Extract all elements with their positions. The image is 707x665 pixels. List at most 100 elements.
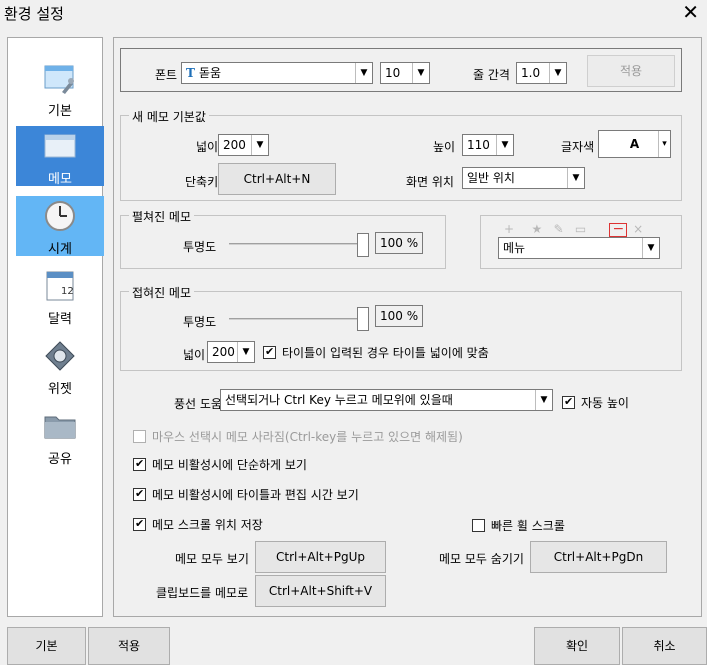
mouse-select-checkbox: 마우스 선택시 메모 사라짐(Ctrl-key를 누르고 있으면 해제됨) (133, 428, 463, 444)
menu-select[interactable]: 메뉴 ▼ (498, 237, 660, 259)
sidebar-item-share[interactable]: 공유 (16, 406, 104, 467)
checkbox-box (133, 430, 146, 443)
balloon-select[interactable]: 선택되거나 Ctrl Key 누르고 메모위에 있을때 ▼ (220, 389, 553, 411)
minimize-icon[interactable]: − (609, 222, 628, 237)
expanded-memo-group-title: 펼쳐진 메모 (129, 208, 195, 225)
font-label: 폰트 (155, 68, 178, 82)
chevron-down-icon: ▼ (412, 63, 429, 83)
cancel-button[interactable]: 취소 (622, 627, 707, 665)
new-memo-width-select[interactable]: 200 ▼ (218, 134, 269, 156)
simple-view-checkbox[interactable]: 메모 비활성시에 단순하게 보기 (133, 456, 307, 472)
sidebar-item-clock[interactable]: 시계 (16, 196, 104, 257)
settings-window-icon (44, 65, 74, 94)
apply-button[interactable]: 적용 (88, 627, 170, 665)
font-size-select[interactable]: 10 ▼ (380, 62, 430, 84)
mouse-select-label: 마우스 선택시 메모 사라짐(Ctrl-key를 누르고 있으면 해제됨) (152, 430, 463, 444)
show-all-hotkey-button[interactable]: Ctrl+Alt+PgUp (255, 541, 386, 573)
collapsed-width-value: 200 (212, 345, 235, 359)
chevron-down-icon: ▼ (237, 342, 254, 362)
simple-view-label: 메모 비활성시에 단순하게 보기 (152, 458, 307, 472)
expanded-opacity-value: 100 % (375, 232, 423, 254)
close-icon[interactable]: ✕ (682, 2, 699, 22)
show-all-label: 메모 모두 보기 (175, 552, 249, 566)
sidebar-item-calendar[interactable]: 12 달력 (16, 266, 104, 327)
auto-height-label: 자동 높이 (581, 396, 629, 410)
collapsed-opacity-track (229, 318, 369, 320)
fit-title-width-label: 타이틀이 입력된 경우 타이틀 넓이에 맞춤 (282, 346, 489, 360)
scroll-save-checkbox[interactable]: 메모 스크롤 위치 저장 (133, 516, 263, 532)
font-type-icon: T (186, 66, 195, 80)
clipboard-hotkey-button[interactable]: Ctrl+Alt+Shift+V (255, 575, 386, 607)
pin-icon: ✎ (553, 222, 564, 236)
star-icon: ★ (531, 222, 543, 236)
text-color-value: A (629, 137, 640, 151)
scroll-save-label: 메모 스크롤 위치 저장 (152, 518, 263, 532)
ok-button[interactable]: 확인 (534, 627, 620, 665)
new-memo-group: 새 메모 기본값 넓이 200 ▼ 높이 110 ▼ 글자색 A ▾ 단축키 C… (120, 108, 682, 201)
line-spacing-label: 줄 간격 (473, 68, 510, 82)
hide-all-label: 메모 모두 숨기기 (439, 552, 524, 566)
line-spacing-select[interactable]: 1.0 ▼ (516, 62, 567, 84)
window-icon: ▭ (574, 222, 587, 236)
menu-select-value: 메뉴 (503, 241, 526, 255)
clipboard-label: 클립보드를 메모로 (156, 586, 249, 600)
sidebar-item-memo[interactable]: 메모 (16, 126, 104, 187)
title-time-view-label: 메모 비활성시에 타이틀과 편집 시간 보기 (152, 488, 359, 502)
chevron-down-icon: ▼ (496, 135, 513, 155)
shortcut-button[interactable]: Ctrl+Alt+N (218, 163, 336, 195)
sidebar-item-basic[interactable]: 기본 (16, 58, 104, 119)
sidebar-item-label: 위젯 (48, 382, 72, 397)
fit-title-width-checkbox[interactable]: 타이틀이 입력된 경우 타이틀 넓이에 맞춤 (263, 344, 489, 360)
add-icon: + (503, 222, 515, 236)
text-color-picker[interactable]: A ▾ (598, 130, 671, 158)
default-button[interactable]: 기본 (7, 627, 86, 665)
font-value: 돋움 (198, 66, 222, 80)
hide-all-hotkey-button[interactable]: Ctrl+Alt+PgDn (530, 541, 667, 573)
calendar-icon: 12 (46, 271, 74, 301)
new-memo-width-label: 넓이 (196, 140, 219, 154)
auto-height-checkbox[interactable]: 자동 높이 (562, 394, 629, 410)
new-memo-width-value: 200 (223, 138, 246, 152)
sidebar-item-widget[interactable]: 위젯 (16, 336, 104, 397)
chevron-down-icon: ▼ (535, 390, 552, 410)
expanded-opacity-track (229, 243, 369, 245)
close-icon: × (633, 222, 644, 236)
sidebar-item-label: 시계 (48, 242, 72, 257)
collapsed-width-select[interactable]: 200 ▼ (207, 341, 255, 363)
font-apply-button[interactable]: 적용 (587, 55, 675, 87)
sidebar-item-label: 기본 (48, 104, 72, 119)
new-memo-group-title: 새 메모 기본값 (129, 108, 209, 125)
window-title: 환경 설정 (4, 5, 64, 23)
font-select[interactable]: T 돋움 ▼ (181, 62, 373, 84)
font-size-value: 10 (385, 66, 401, 80)
title-time-view-checkbox[interactable]: 메모 비활성시에 타이틀과 편집 시간 보기 (133, 486, 359, 502)
title-bar: 환경 설정 ✕ (0, 0, 707, 28)
sidebar-item-label: 공유 (48, 452, 72, 467)
clock-icon (45, 201, 75, 231)
checkbox-box (263, 345, 276, 359)
chevron-down-icon: ▼ (549, 63, 566, 83)
balloon-value: 선택되거나 Ctrl Key 누르고 메모위에 있을때 (225, 393, 453, 407)
font-group: 폰트 T 돋움 ▼ 10 ▼ 줄 간격 1.0 ▼ 적용 (120, 48, 682, 92)
expanded-opacity-slider[interactable] (357, 233, 369, 257)
collapsed-opacity-label: 투명도 (183, 315, 217, 329)
checkbox-box (562, 395, 575, 409)
new-memo-height-label: 높이 (433, 140, 456, 154)
line-spacing-value: 1.0 (521, 66, 541, 80)
checkbox-box (133, 457, 146, 471)
screen-pos-select[interactable]: 일반 위치 ▼ (462, 167, 585, 189)
expanded-memo-group: 펼쳐진 메모 투명도 100 % (120, 208, 446, 269)
settings-panel: 폰트 T 돋움 ▼ 10 ▼ 줄 간격 1.0 ▼ 적용 새 메모 기본값 넓이 … (113, 37, 702, 617)
expanded-opacity-label: 투명도 (183, 240, 217, 254)
chevron-down-icon: ▼ (251, 135, 268, 155)
collapsed-width-label: 넓이 (183, 348, 206, 362)
collapsed-opacity-slider[interactable] (357, 307, 369, 331)
folder-icon (44, 416, 76, 439)
collapsed-opacity-value: 100 % (375, 305, 423, 327)
fast-wheel-checkbox[interactable]: 빠른 휠 스크롤 (472, 517, 565, 533)
calendar-day-text: 12 (61, 286, 74, 297)
new-memo-height-select[interactable]: 110 ▼ (462, 134, 514, 156)
chevron-down-icon: ▼ (355, 63, 372, 83)
checkbox-box (472, 519, 485, 532)
sidebar-item-label: 달력 (48, 312, 72, 327)
